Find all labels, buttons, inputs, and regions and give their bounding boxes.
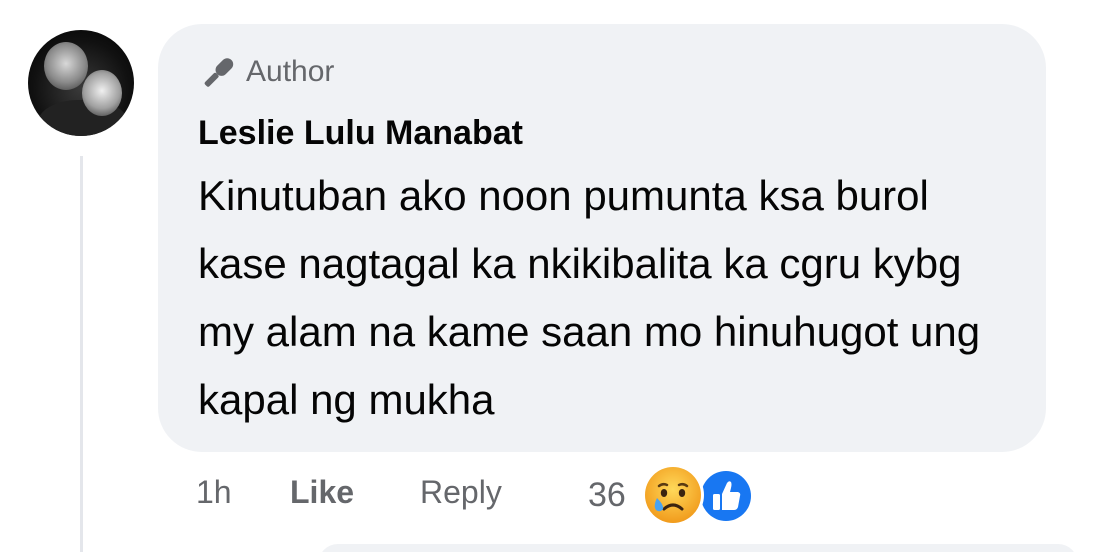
author-badge-label: Author xyxy=(246,55,335,88)
next-comment-bubble-edge xyxy=(318,544,1078,552)
comment-actions: 1h Like Reply 36 xyxy=(0,464,1120,526)
avatar-face-right xyxy=(82,70,122,116)
comment-timestamp[interactable]: 1h xyxy=(196,474,232,511)
reaction-count[interactable]: 36 xyxy=(588,476,626,515)
avatar[interactable] xyxy=(28,30,134,136)
reply-button[interactable]: Reply xyxy=(420,474,502,511)
comment-text: Kinutuban ako noon pumunta ksa burol kas… xyxy=(198,172,981,423)
author-badge: Author xyxy=(196,50,334,94)
comment: Author Leslie Lulu Manabat Kinutuban ako… xyxy=(0,0,1120,552)
microphone-icon xyxy=(204,58,234,87)
sad-reaction-icon[interactable] xyxy=(640,462,706,528)
comment-author-name[interactable]: Leslie Lulu Manabat xyxy=(198,114,523,153)
like-button[interactable]: Like xyxy=(290,474,354,511)
avatar-face-left xyxy=(44,42,88,90)
